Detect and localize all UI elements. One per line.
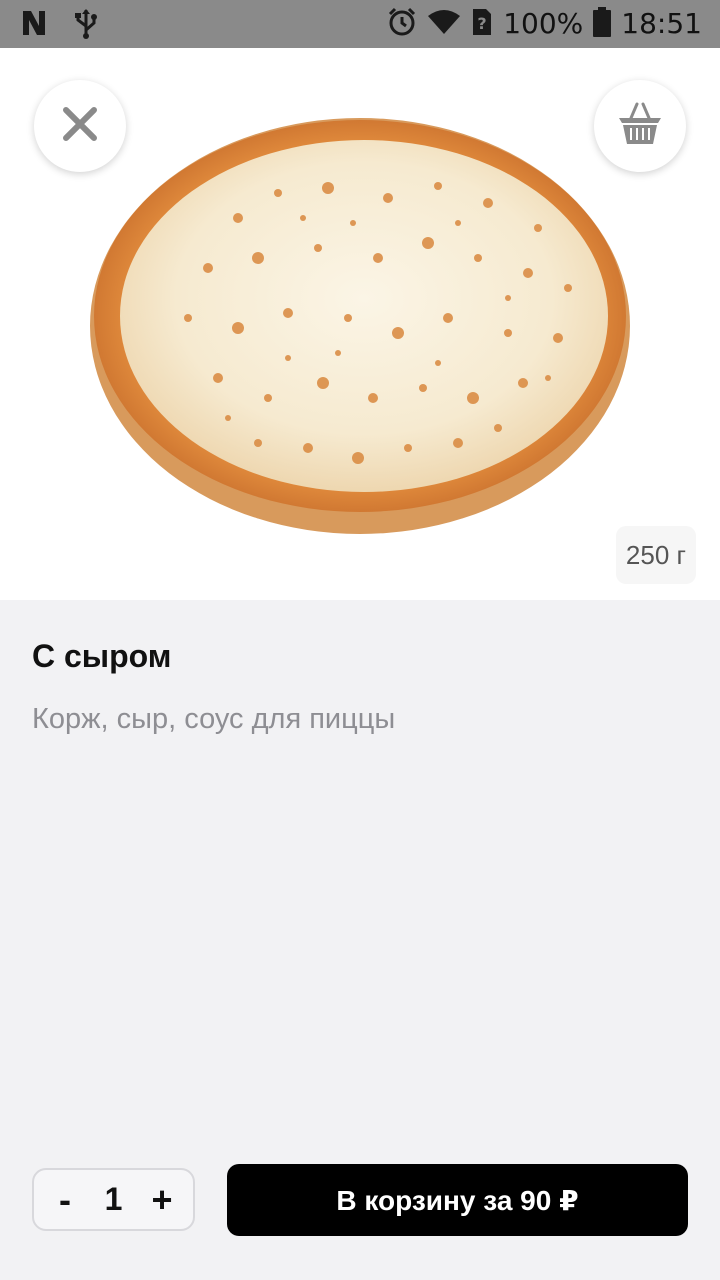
battery-percent: 100% bbox=[503, 7, 584, 40]
product-image bbox=[88, 98, 633, 543]
product-description: Корж, сыр, соус для пиццы bbox=[32, 703, 396, 735]
wifi-icon bbox=[427, 8, 461, 41]
svg-text:?: ? bbox=[478, 14, 487, 33]
alarm-icon bbox=[387, 7, 417, 42]
product-hero: 250 г bbox=[0, 48, 720, 600]
cart-button[interactable] bbox=[594, 80, 686, 172]
quantity-stepper: - 1 + bbox=[32, 1168, 195, 1231]
quantity-value: 1 bbox=[104, 1181, 123, 1217]
increment-button[interactable]: + bbox=[145, 1181, 179, 1218]
close-button[interactable] bbox=[34, 80, 126, 172]
status-bar: ? 100% 18:51 bbox=[0, 0, 720, 48]
add-to-cart-button[interactable]: В корзину за 90 ₽ bbox=[227, 1164, 688, 1236]
usb-icon bbox=[74, 8, 98, 45]
basket-icon bbox=[617, 102, 663, 151]
product-title: С сыром bbox=[32, 638, 172, 674]
sim-unknown-icon: ? bbox=[471, 7, 493, 42]
clock: 18:51 bbox=[621, 7, 702, 40]
notification-n-icon bbox=[20, 8, 48, 45]
close-icon bbox=[62, 106, 98, 147]
weight-badge: 250 г bbox=[615, 526, 696, 584]
decrement-button[interactable]: - bbox=[48, 1181, 82, 1218]
battery-icon bbox=[593, 6, 612, 42]
